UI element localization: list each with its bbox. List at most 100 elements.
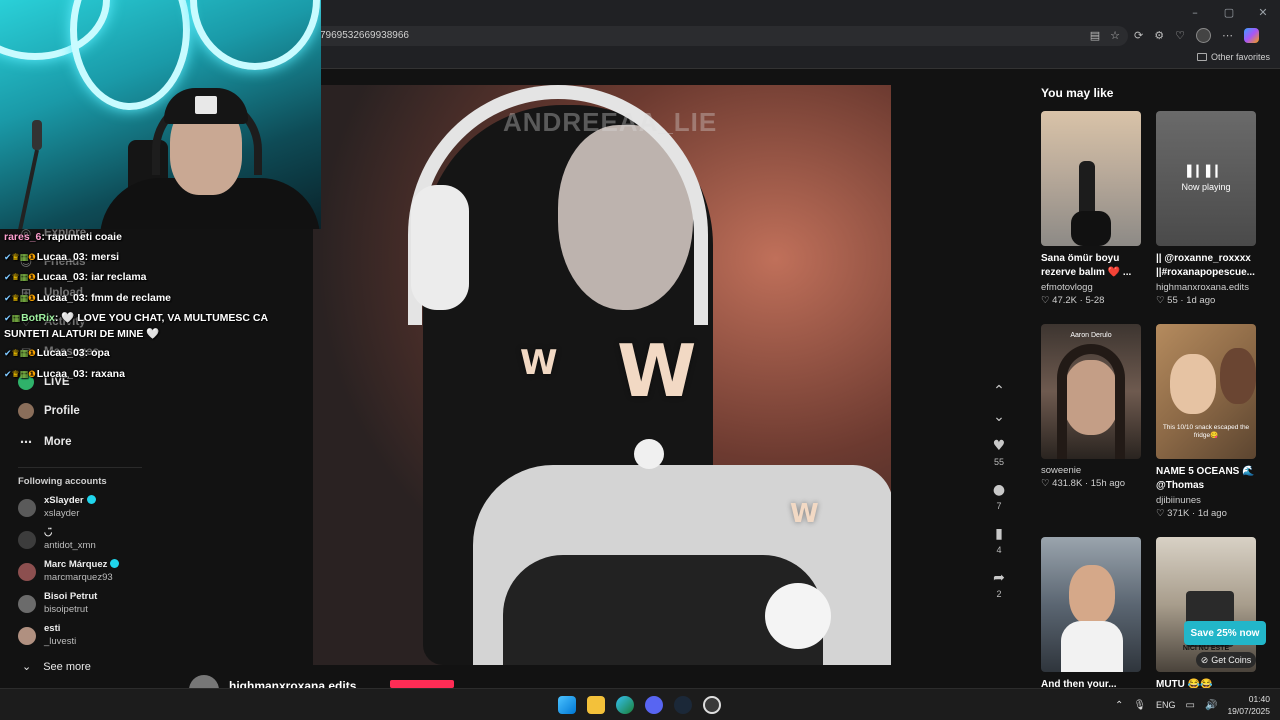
copilot-icon[interactable] (1243, 28, 1259, 43)
maximize-button[interactable]: ▢ (1212, 0, 1246, 24)
video-player[interactable]: ANDREEAA_LIE W W W (313, 85, 891, 665)
more-menu-icon[interactable]: ⋯ (1222, 29, 1233, 42)
badge-icons: ✔♛▦❶ (4, 252, 36, 263)
comment-icon: ● (992, 482, 1006, 498)
clock[interactable]: 01:40 19/07/2025 (1227, 693, 1270, 717)
chat-message: ✔♛▦❶Lucaa_03: fmm de reclame (4, 289, 294, 310)
video-card[interactable]: Sana ömür boyu rezerve balım ❤️ ... efmo… (1041, 111, 1141, 306)
profile-icon[interactable] (1195, 28, 1211, 43)
chevron-up-icon[interactable]: ⌃ (1115, 700, 1123, 711)
account-handle: marcmarquez93 (44, 572, 113, 583)
edge-browser-icon[interactable] (616, 696, 634, 714)
next-video-button[interactable]: ⌄ (981, 409, 1017, 425)
windows-start-icon[interactable] (558, 696, 576, 714)
prev-video-button[interactable]: ⌃ (981, 383, 1017, 399)
badge-icons: ✔♛▦❶ (4, 349, 36, 359)
share-icon: ➦ (993, 570, 1005, 586)
following-account[interactable]: xSlayder xslayder (18, 495, 168, 523)
see-more-button[interactable]: ⌄ See more (22, 660, 91, 674)
card-date: 1d ago (1197, 508, 1227, 519)
card-likes: 371K (1167, 508, 1190, 519)
url-icons: ▤ ☆ (1090, 29, 1120, 42)
card-title: Sana ömür boyu rezerve balım ❤️ ... (1041, 253, 1132, 278)
chat-message: ✔♛▦❶Lucaa_03: opa (4, 344, 294, 365)
you-may-like-title: You may like (1041, 86, 1114, 100)
avatar (18, 627, 36, 645)
following-account[interactable]: Marc Márquez marcmarquez93 (18, 559, 168, 587)
card-likes: 55 (1167, 295, 1178, 306)
window-controls: – ▢ ✕ (1178, 0, 1280, 24)
network-icon[interactable]: ▭ (1186, 700, 1195, 711)
close-button[interactable]: ✕ (1246, 0, 1280, 24)
get-coins-button[interactable]: ⊘ Get Coins (1196, 652, 1256, 668)
comment-button[interactable]: ● 7 (981, 482, 1017, 511)
obs-icon[interactable] (703, 696, 721, 714)
browser-toolbar: ⟳ ⚙ ♡ ⋯ (1134, 28, 1259, 43)
video-watermark: ANDREEAA_LIE (503, 107, 718, 137)
card-date: 1d ago (1186, 295, 1216, 306)
nav-more[interactable]: ⋯ More (18, 434, 71, 450)
card-date: 5-28 (1085, 295, 1105, 306)
url-field[interactable]: 7969532669938966 ▤ ☆ (300, 26, 1128, 46)
badge-icons: ✔▦ (4, 314, 21, 324)
favorites-icon[interactable]: ♡ (1175, 29, 1185, 42)
chevron-down-icon: ⌄ (22, 661, 32, 673)
microphone-icon (18, 120, 42, 229)
card-title: NAME 5 OCEANS 🌊 @Thomas Emanuel... (1156, 466, 1255, 491)
video-card[interactable]: This 10/10 snack escaped the fridge😋 NAM… (1156, 324, 1256, 519)
video-card[interactable]: ▌▎▌▎ Now playing || @roxanne_roxxxx ||#r… (1156, 111, 1256, 306)
account-name-text: Marc Márquez (44, 559, 108, 570)
save-offer-button[interactable]: Save 25% now (1184, 621, 1266, 645)
video-card[interactable]: And then your... (1041, 537, 1141, 706)
following-account[interactable]: Bisoi Petrut bisoipetrut (18, 591, 168, 619)
other-favorites[interactable]: Other favorites (1196, 52, 1270, 62)
video-smiley (765, 583, 831, 649)
thumb-caption: This 10/10 snack escaped the fridge😋 (1162, 424, 1250, 439)
nav-profile[interactable]: Profile (18, 403, 80, 419)
creator-strip: highmanxroxana.edits (179, 671, 1025, 705)
volume-icon[interactable]: 🔊 (1205, 700, 1217, 711)
file-explorer-icon[interactable] (587, 696, 605, 714)
reader-icon[interactable]: ▤ (1090, 29, 1100, 42)
language-indicator[interactable]: ENG (1156, 700, 1176, 710)
get-coins-label: Get Coins (1211, 655, 1252, 665)
following-account[interactable]: esti _luvesti (18, 623, 168, 651)
steam-icon[interactable] (674, 696, 692, 714)
chat-message: ✔♛▦❶Lucaa_03: raxana (4, 365, 294, 386)
share-button[interactable]: ➦ 2 (981, 570, 1017, 599)
avatar (18, 531, 36, 549)
video-letter: W (520, 343, 558, 383)
badge-icons: ✔♛▦❶ (4, 273, 36, 283)
save-video-button[interactable]: ▮ 4 (981, 526, 1017, 555)
video-dot (634, 439, 664, 469)
save-count: 4 (996, 545, 1002, 555)
see-more-label: See more (43, 660, 91, 673)
equalizer-icon: ▌▎▌▎ (1187, 165, 1225, 178)
star-icon[interactable]: ☆ (1110, 29, 1120, 42)
account-name: ◡̈ (44, 527, 53, 538)
chat-text: rapumeti coaie (47, 231, 122, 243)
verified-icon (110, 559, 120, 568)
like-button[interactable]: ♥ 55 (981, 438, 1017, 467)
chevron-down-icon: ⌄ (993, 409, 1005, 425)
refresh-icon[interactable]: ⟳ (1134, 29, 1143, 42)
account-name: esti (44, 623, 61, 634)
thumb-caption: Aaron Derulo (1070, 332, 1112, 339)
follow-button[interactable] (390, 680, 454, 688)
extensions-icon[interactable]: ⚙ (1154, 29, 1164, 42)
card-date: 15h ago (1090, 478, 1126, 489)
more-icon: ⋯ (20, 435, 32, 449)
account-name: Bisoi Petrut (44, 591, 98, 602)
discord-icon[interactable] (645, 696, 663, 714)
chat-message: ✔♛▦❶Lucaa_03: iar reclama (4, 268, 294, 289)
microphone-icon[interactable]: 🎙 (1133, 700, 1146, 711)
badge-icons: ✔♛▦❶ (4, 369, 36, 380)
chat-user: BotRix (21, 312, 55, 324)
heart-icon: ♥ (992, 438, 1006, 454)
video-card[interactable]: Aaron Derulo soweenie ♡ 431.8K · 15h ago (1041, 324, 1141, 489)
chat-user: rares_6 (4, 231, 42, 243)
avatar (18, 563, 36, 581)
following-account[interactable]: ◡̈ antidot_xmn (18, 527, 168, 555)
card-meta: ♡ 371K · 1d ago (1156, 508, 1227, 519)
minimize-button[interactable]: – (1178, 0, 1212, 24)
